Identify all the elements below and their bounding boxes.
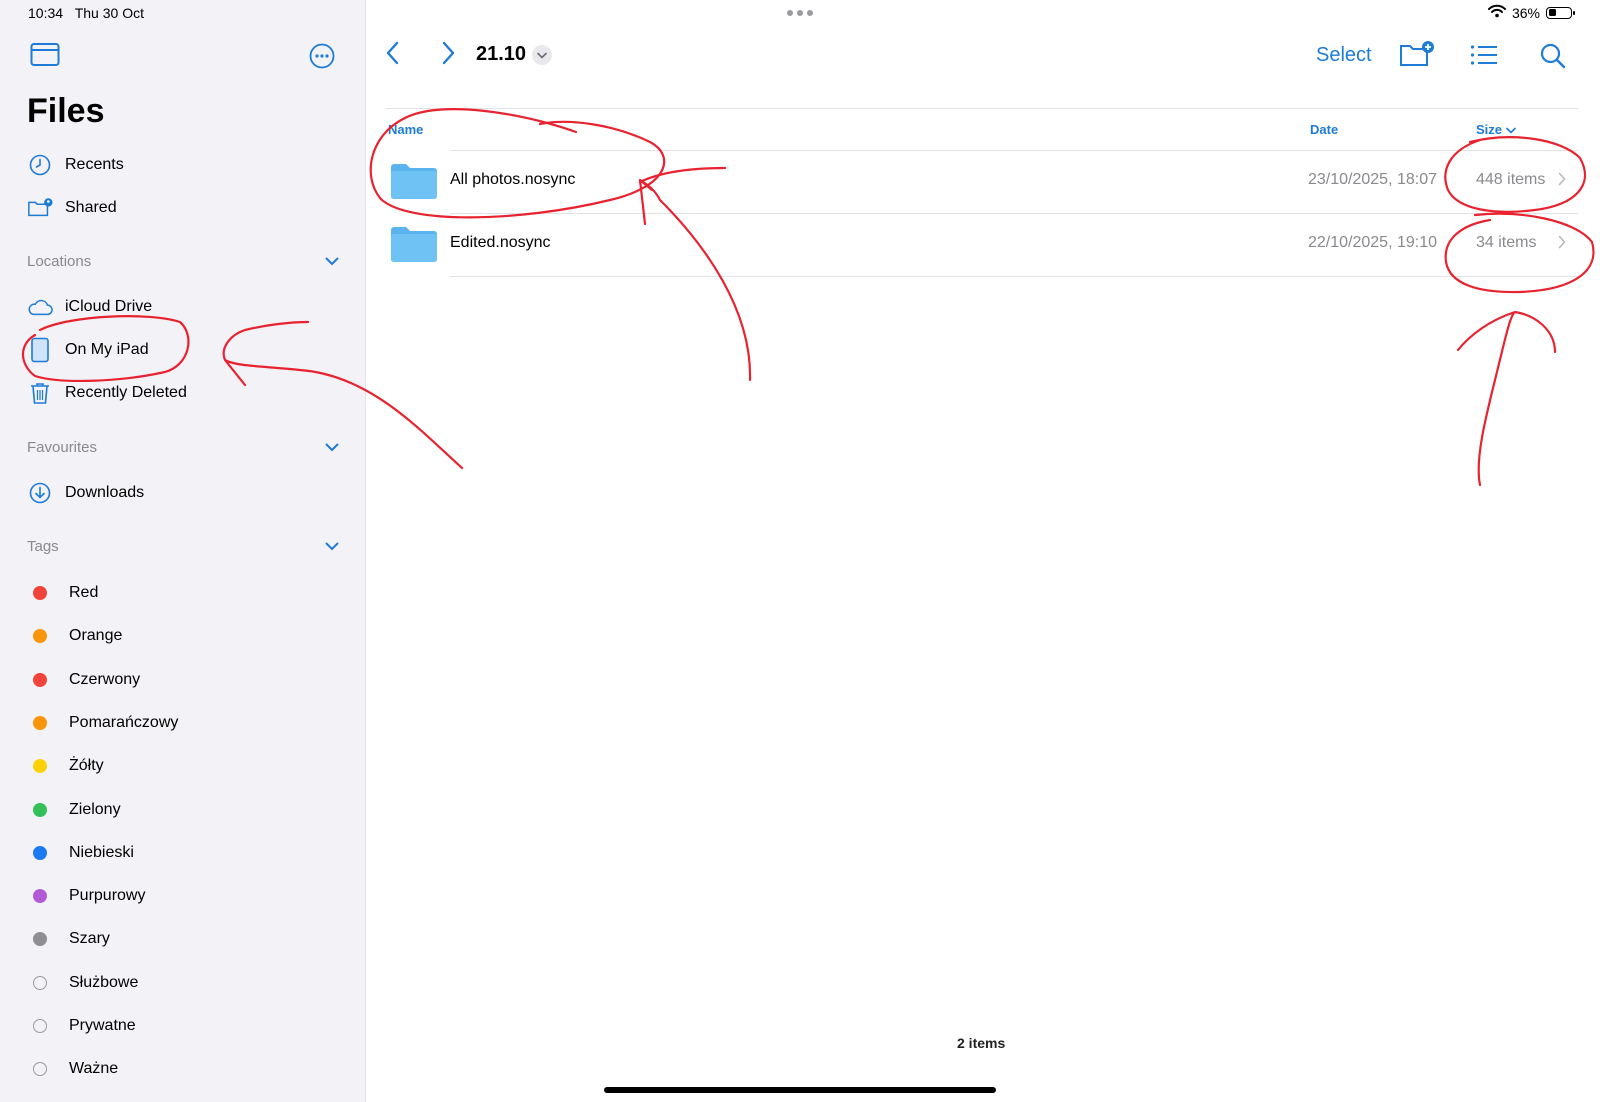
status-time: 10:34 Thu 30 Oct <box>28 5 144 21</box>
sidebar-item-on-my-ipad[interactable]: On My iPad <box>27 335 347 365</box>
locations-section-header[interactable]: Locations <box>27 253 339 270</box>
battery-icon <box>1546 6 1575 19</box>
trash-icon <box>27 380 53 406</box>
list-view-icon[interactable] <box>1470 44 1498 71</box>
title-menu-chevron-icon[interactable] <box>532 45 552 65</box>
tag-label: Prywatne <box>69 1017 136 1034</box>
home-indicator[interactable] <box>604 1087 996 1093</box>
annotation-arrow-size <box>1456 310 1557 487</box>
shared-folder-icon <box>27 195 53 221</box>
tag-color-dot <box>33 932 47 947</box>
chevron-down-icon[interactable] <box>325 253 339 270</box>
sidebar-item-shared[interactable]: Shared <box>27 193 347 223</box>
sidebar-item-label: On My iPad <box>65 341 149 358</box>
file-date: 22/10/2025, 19:10 <box>1308 234 1438 251</box>
sidebar-item-recently-deleted[interactable]: Recently Deleted <box>27 378 347 408</box>
clock-icon <box>27 152 53 178</box>
sidebar-tag-item[interactable]: Pomarańczowy <box>27 708 347 738</box>
tag-color-dot <box>33 759 47 774</box>
search-icon[interactable] <box>1540 43 1566 74</box>
sidebar-item-downloads[interactable]: Downloads <box>27 478 347 508</box>
more-options-icon[interactable] <box>309 43 335 74</box>
new-folder-icon[interactable] <box>1399 40 1435 73</box>
tag-label: Szary <box>69 930 110 948</box>
tag-color-dot <box>33 889 47 904</box>
tag-color-dot <box>33 802 47 817</box>
sidebar: 10:34 Thu 30 Oct Files Recents Shared Lo… <box>0 0 366 1102</box>
item-count: 2 items <box>957 1035 1006 1051</box>
tag-color-dot <box>33 845 47 860</box>
sidebar-tag-item[interactable]: Zielony <box>27 795 347 825</box>
row-divider <box>450 276 1578 277</box>
column-header-size[interactable]: Size <box>1476 122 1516 137</box>
sidebar-tag-item[interactable]: Orange <box>27 621 347 651</box>
tag-color-dot <box>33 629 47 644</box>
tag-label: Red <box>69 584 99 601</box>
favourites-section-header[interactable]: Favourites <box>27 439 339 456</box>
tag-label: Niebieski <box>69 843 134 861</box>
sidebar-tag-item[interactable]: Żółty <box>27 751 347 781</box>
multitasking-dots-icon[interactable] <box>787 10 813 16</box>
tag-color-dot <box>33 975 47 990</box>
battery-percent: 36% <box>1511 4 1540 21</box>
sidebar-item-label: Shared <box>65 199 117 216</box>
tag-color-dot <box>33 1019 47 1033</box>
tag-color-dot <box>33 715 47 730</box>
tag-label: Żółty <box>69 757 104 775</box>
cloud-icon <box>27 294 53 320</box>
tag-label: Pomarańczowy <box>69 713 179 731</box>
table-row[interactable]: Edited.nosync 22/10/2025, 19:10 34 items <box>388 213 1578 275</box>
chevron-down-icon <box>1505 122 1516 137</box>
back-button[interactable] <box>385 40 401 71</box>
file-date: 23/10/2025, 18:07 <box>1308 171 1438 188</box>
sidebar-item-recents[interactable]: Recents <box>27 150 347 180</box>
tag-color-dot <box>33 1062 47 1077</box>
sidebar-tag-item[interactable]: Czerwony <box>27 665 347 695</box>
sidebar-title: Files <box>27 92 105 130</box>
table-row[interactable]: All photos.nosync 23/10/2025, 18:07 448 … <box>388 150 1578 212</box>
file-size: 34 items <box>1476 234 1537 251</box>
sidebar-item-label: Downloads <box>65 484 145 501</box>
forward-button[interactable] <box>440 40 456 71</box>
file-size: 448 items <box>1476 171 1546 188</box>
folder-title: 21.10 <box>476 43 527 65</box>
sidebar-tag-item[interactable]: Niebieski <box>27 838 347 868</box>
tag-color-dot <box>33 672 47 687</box>
header-divider <box>386 108 1578 109</box>
tag-label: Czerwony <box>69 670 141 688</box>
chevron-down-icon[interactable] <box>325 439 339 456</box>
select-button[interactable]: Select <box>1316 44 1372 67</box>
tag-label: Służbowe <box>69 973 139 991</box>
chevron-right-icon <box>1558 172 1566 191</box>
sidebar-item-icloud-drive[interactable]: iCloud Drive <box>27 292 347 322</box>
ipad-icon <box>27 337 53 363</box>
sidebar-tag-item[interactable]: Red <box>27 578 347 608</box>
column-header-name[interactable]: Name <box>388 122 423 137</box>
sidebar-item-label: iCloud Drive <box>65 298 153 315</box>
sidebar-tag-item[interactable]: Szary <box>27 924 347 954</box>
wifi-icon <box>1487 4 1506 21</box>
sidebar-item-label: Recents <box>65 156 124 173</box>
tag-label: Zielony <box>69 800 121 818</box>
column-header-date[interactable]: Date <box>1310 122 1338 137</box>
tag-label: Orange <box>69 627 123 645</box>
tags-section-header[interactable]: Tags <box>27 538 339 555</box>
folder-icon <box>390 162 438 205</box>
download-icon <box>27 480 53 506</box>
tag-label: Purpurowy <box>69 887 146 905</box>
file-name: Edited.nosync <box>450 234 551 251</box>
tag-color-dot <box>33 586 47 600</box>
sidebar-tag-item[interactable]: Służbowe <box>27 968 347 998</box>
sidebar-tag-item[interactable]: Purpurowy <box>27 881 347 911</box>
tag-label: Ważne <box>69 1060 119 1078</box>
folder-icon <box>390 225 438 268</box>
chevron-right-icon <box>1558 235 1566 254</box>
sidebar-item-label: Recently Deleted <box>65 384 187 401</box>
sidebar-tag-item[interactable]: Ważne <box>27 1054 347 1084</box>
file-name: All photos.nosync <box>450 171 576 188</box>
sidebar-tag-item[interactable]: Prywatne <box>27 1011 347 1041</box>
status-right: 36% <box>1487 4 1575 21</box>
chevron-down-icon[interactable] <box>325 538 339 555</box>
sidebar-toggle-icon[interactable] <box>30 42 60 73</box>
